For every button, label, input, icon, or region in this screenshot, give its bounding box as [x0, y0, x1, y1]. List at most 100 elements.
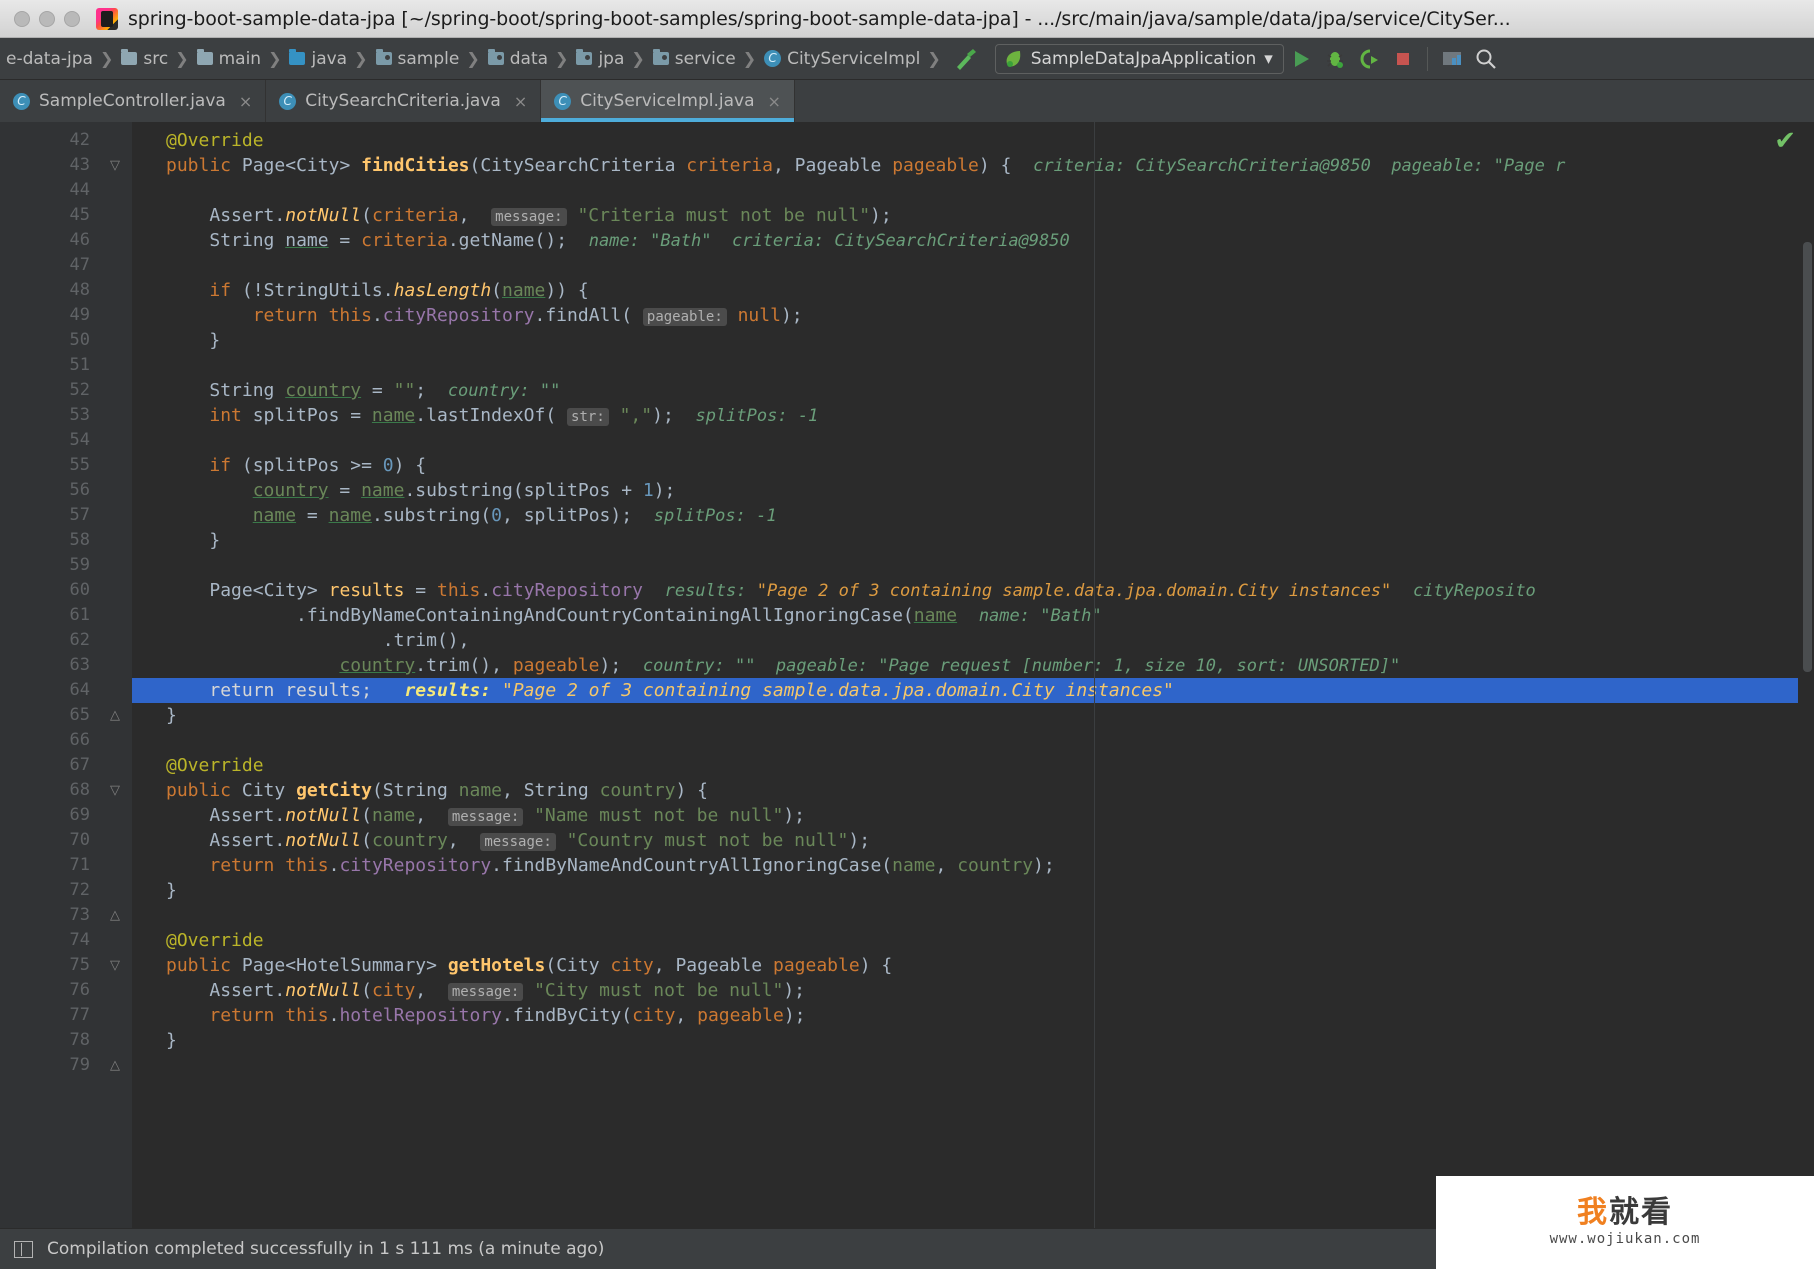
code-editor[interactable]: 42 43 44 45 46 47 48 49 50 51 52 53 54 5…: [0, 122, 1814, 1228]
search-icon: [1476, 49, 1496, 69]
folder-icon: [196, 49, 213, 65]
debug-button[interactable]: [1318, 42, 1352, 76]
minimize-button[interactable]: [39, 10, 55, 27]
package-icon: [375, 49, 392, 65]
breadcrumb-separator-icon: ❯: [268, 49, 282, 68]
line-number: 72: [69, 880, 90, 900]
fold-region-start-icon[interactable]: ▽: [108, 153, 122, 178]
tab-CitySearchCriteria[interactable]: C CitySearchCriteria.java ×: [266, 80, 542, 122]
tab-label: CityServiceImpl.java: [580, 91, 755, 111]
code-line-68: public City getCity(String name, String …: [166, 780, 708, 801]
editor-scrollbar[interactable]: [1798, 122, 1814, 1228]
line-number: 52: [69, 380, 90, 400]
line-number: 73: [69, 905, 90, 925]
breadcrumb-separator-icon: ❯: [99, 49, 114, 68]
breadcrumb-module[interactable]: e-data-jpa: [0, 38, 98, 79]
line-number: 59: [69, 555, 90, 575]
spring-leaf-icon: [1003, 49, 1023, 69]
watermark-overlay: 我就看 www.wojiukan.com: [1436, 1176, 1814, 1269]
check-ok-icon[interactable]: ✔: [1774, 126, 1796, 156]
line-number: 46: [69, 230, 90, 250]
status-message: Compilation completed successfully in 1 …: [47, 1239, 605, 1259]
line-number: 77: [69, 1005, 90, 1025]
run-with-coverage-button[interactable]: [1352, 42, 1386, 76]
run-button[interactable]: [1284, 42, 1318, 76]
breadcrumb-service-label: service: [674, 48, 736, 69]
run-configuration-selector[interactable]: SampleDataJpaApplication ▾: [994, 43, 1284, 74]
close-button[interactable]: [14, 10, 30, 27]
line-number: 45: [69, 205, 90, 225]
editor-gutter[interactable]: 42 43 44 45 46 47 48 49 50 51 52 53 54 5…: [0, 122, 100, 1228]
project-structure-button[interactable]: [1435, 42, 1469, 76]
line-number: 76: [69, 980, 90, 1000]
toggle-tool-window-icon[interactable]: [14, 1240, 33, 1258]
traffic-light-buttons[interactable]: [0, 10, 80, 27]
breadcrumb-main[interactable]: main: [191, 38, 266, 79]
code-line-78: }: [166, 1030, 177, 1051]
line-number: 57: [69, 505, 90, 525]
breadcrumb-data[interactable]: data: [482, 38, 553, 79]
code-line-71: return this.cityRepository.findByNameAnd…: [209, 855, 1055, 876]
code-line-67: @Override: [166, 755, 264, 776]
editor-fold-column[interactable]: ▽ △ ▽ △ ▽ △: [100, 122, 132, 1228]
line-number: 42: [69, 130, 90, 150]
tab-SampleController[interactable]: C SampleController.java ×: [0, 80, 267, 122]
toolbar-divider: [1426, 46, 1428, 71]
line-number: 61: [69, 605, 90, 625]
chevron-down-icon[interactable]: ▾: [1264, 49, 1273, 69]
breadcrumb-src-label: src: [143, 48, 169, 69]
breadcrumb-module-label: e-data-jpa: [6, 48, 93, 69]
breadcrumb-jpa-label: jpa: [598, 48, 625, 69]
code-line-46: String name = criteria.getName(); name: …: [209, 230, 1070, 251]
breadcrumb-sample-label: sample: [397, 48, 460, 69]
window-title: spring-boot-sample-data-jpa [~/spring-bo…: [128, 7, 1511, 30]
breadcrumb-service[interactable]: service: [647, 38, 741, 79]
line-number: 50: [69, 330, 90, 350]
code-line-74: @Override: [166, 930, 264, 951]
tab-CityServiceImpl[interactable]: C CityServiceImpl.java ×: [541, 80, 795, 122]
fold-region-end-icon[interactable]: △: [108, 903, 122, 928]
code-line-70: Assert.notNull(country, message: "Countr…: [209, 830, 871, 851]
search-everywhere-button[interactable]: [1469, 42, 1503, 76]
coverage-icon: [1360, 49, 1378, 68]
breadcrumb-separator-icon: ❯: [927, 49, 941, 68]
close-icon[interactable]: ×: [239, 92, 252, 111]
line-number: 63: [69, 655, 90, 675]
breadcrumb-class[interactable]: C CityServiceImpl: [758, 38, 925, 79]
fold-region-start-icon[interactable]: ▽: [108, 778, 122, 803]
line-number: 54: [69, 430, 90, 450]
scrollbar-thumb[interactable]: [1803, 242, 1812, 672]
line-number: 51: [69, 355, 90, 375]
line-number: 62: [69, 630, 90, 650]
breadcrumb-sample[interactable]: sample: [370, 38, 465, 79]
watermark-logo-text: 我就看: [1577, 1198, 1673, 1228]
code-line-55: if (splitPos >= 0) {: [209, 455, 427, 476]
stop-button[interactable]: [1386, 42, 1420, 76]
fold-region-start-icon[interactable]: ▽: [108, 953, 122, 978]
breadcrumb-jpa[interactable]: jpa: [570, 38, 629, 79]
line-number: 53: [69, 405, 90, 425]
fold-region-end-icon[interactable]: △: [108, 1053, 122, 1078]
breadcrumb-src[interactable]: src: [115, 38, 173, 79]
code-line-58: }: [166, 530, 221, 551]
window-title-bar: spring-boot-sample-data-jpa [~/spring-bo…: [0, 0, 1814, 38]
java-class-icon: C: [13, 92, 30, 110]
line-number: 55: [69, 455, 90, 475]
code-line-61: .findByNameContainingAndCountryContainin…: [166, 605, 1102, 626]
line-number: 67: [69, 755, 90, 775]
breadcrumb-main-label: main: [218, 48, 262, 69]
close-icon[interactable]: ×: [514, 92, 527, 111]
maximize-button[interactable]: [64, 10, 80, 27]
fold-region-end-icon[interactable]: △: [108, 703, 122, 728]
breadcrumb-separator-icon: ❯: [466, 49, 480, 68]
close-icon[interactable]: ×: [768, 92, 781, 111]
editor-code-area[interactable]: ✔ @Override public Page<City> findCities…: [132, 122, 1814, 1228]
build-project-button[interactable]: [951, 46, 981, 72]
line-number: 79: [69, 1055, 90, 1075]
code-line-75: public Page<HotelSummary> getHotels(City…: [166, 955, 893, 976]
breadcrumb-java[interactable]: java: [283, 38, 352, 79]
code-line-48: if (!StringUtils.hasLength(name)) {: [209, 280, 589, 301]
